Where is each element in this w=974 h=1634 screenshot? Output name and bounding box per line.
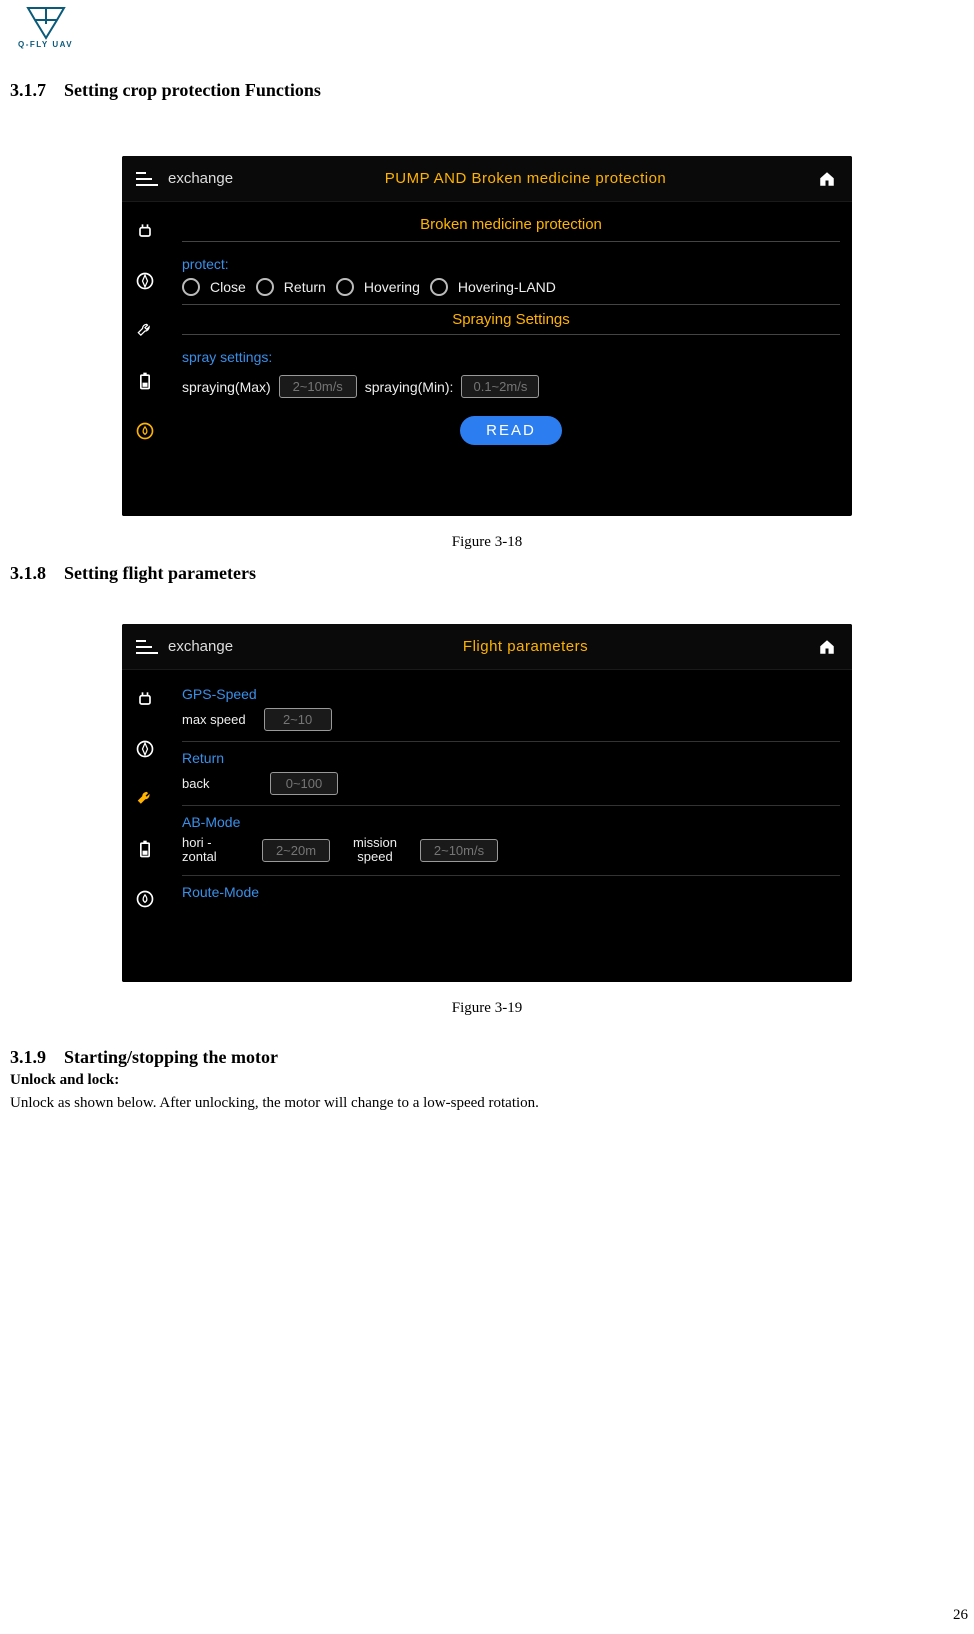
mission-speed-label-1: mission bbox=[353, 835, 397, 850]
mission-speed-input[interactable] bbox=[420, 839, 498, 862]
radio-close[interactable] bbox=[182, 278, 200, 296]
logo: Q-FLY UAV bbox=[18, 6, 73, 49]
spraying-max-input[interactable] bbox=[279, 375, 357, 398]
horizontal-input[interactable] bbox=[262, 839, 330, 862]
max-speed-input[interactable] bbox=[264, 708, 332, 731]
exchange-label[interactable]: exchange bbox=[168, 638, 233, 655]
gps-speed-label: GPS-Speed bbox=[182, 686, 840, 702]
horizontal-label-1: hori - bbox=[182, 835, 212, 850]
radio-return[interactable] bbox=[256, 278, 274, 296]
ab-mode-label: AB-Mode bbox=[182, 814, 840, 830]
read-button[interactable]: READ bbox=[460, 416, 562, 445]
mission-speed-label: mission speed bbox=[340, 836, 410, 865]
radio-hovering-land[interactable] bbox=[430, 278, 448, 296]
back-label: back bbox=[182, 776, 252, 791]
spraying-min-input[interactable] bbox=[461, 375, 539, 398]
heading-318-number: 3.1.8 bbox=[10, 563, 46, 584]
droplet-icon[interactable] bbox=[134, 888, 156, 910]
protect-radio-row: Close Return Hovering Hovering-LAND bbox=[182, 278, 840, 296]
return-label: Return bbox=[182, 750, 840, 766]
panel1-sidebar bbox=[122, 202, 168, 516]
radio-close-label: Close bbox=[210, 279, 246, 295]
droplet-icon[interactable] bbox=[134, 420, 156, 442]
panel1-title: PUMP AND Broken medicine protection bbox=[233, 170, 818, 187]
compass-icon[interactable] bbox=[134, 270, 156, 292]
panel2-main: GPS-Speed max speed Return back AB-Mode … bbox=[168, 670, 852, 982]
wrench-icon[interactable] bbox=[134, 788, 156, 810]
plug-icon[interactable] bbox=[134, 688, 156, 710]
logo-icon bbox=[24, 6, 68, 40]
unlock-body-text: Unlock as shown below. After unlocking, … bbox=[10, 1095, 974, 1112]
battery-icon[interactable] bbox=[134, 370, 156, 392]
spray-settings-label: spray settings: bbox=[182, 349, 840, 365]
panel1-main: Broken medicine protection protect: Clos… bbox=[168, 202, 852, 516]
spraying-row: spraying(Max) spraying(Min): bbox=[182, 375, 840, 398]
spraying-settings-title: Spraying Settings bbox=[182, 304, 840, 335]
max-speed-label: max speed bbox=[182, 712, 246, 727]
exchange-label[interactable]: exchange bbox=[168, 170, 233, 187]
panel1-subheader: Broken medicine protection bbox=[182, 210, 840, 242]
battery-icon[interactable] bbox=[134, 838, 156, 860]
radio-return-label: Return bbox=[284, 279, 326, 295]
spraying-min-label: spraying(Min): bbox=[365, 379, 454, 395]
hamburger-icon[interactable] bbox=[136, 172, 158, 186]
protect-label: protect: bbox=[182, 256, 840, 272]
home-icon[interactable] bbox=[818, 638, 836, 656]
page-number: 26 bbox=[953, 1607, 968, 1624]
hamburger-icon[interactable] bbox=[136, 640, 158, 654]
radio-hovering-land-label: Hovering-LAND bbox=[458, 279, 556, 295]
heading-319: 3.1.9 Starting/stopping the motor bbox=[10, 1047, 974, 1068]
plug-icon[interactable] bbox=[134, 220, 156, 242]
horizontal-label: hori - zontal bbox=[182, 836, 252, 865]
unlock-lock-heading: Unlock and lock: bbox=[10, 1072, 974, 1089]
heading-318-title: Setting flight parameters bbox=[64, 563, 256, 583]
back-input[interactable] bbox=[270, 772, 338, 795]
heading-319-number: 3.1.9 bbox=[10, 1047, 46, 1068]
spraying-max-label: spraying(Max) bbox=[182, 379, 271, 395]
heading-317: 3.1.7 Setting crop protection Functions bbox=[10, 80, 974, 101]
compass-icon[interactable] bbox=[134, 738, 156, 760]
screenshot-panel-2: exchange Flight parameters G bbox=[122, 624, 852, 982]
route-mode-label: Route-Mode bbox=[182, 884, 840, 900]
panel2-title: Flight parameters bbox=[233, 638, 818, 655]
heading-317-number: 3.1.7 bbox=[10, 80, 46, 101]
home-icon[interactable] bbox=[818, 170, 836, 188]
mission-speed-label-2: speed bbox=[357, 849, 392, 864]
figure-319-caption: Figure 3-19 bbox=[0, 1000, 974, 1017]
heading-319-title: Starting/stopping the motor bbox=[64, 1047, 278, 1067]
horizontal-label-2: zontal bbox=[182, 849, 217, 864]
radio-hovering-label: Hovering bbox=[364, 279, 420, 295]
heading-317-title: Setting crop protection Functions bbox=[64, 80, 321, 100]
screenshot-panel-1: exchange PUMP AND Broken medicine protec… bbox=[122, 156, 852, 516]
heading-318: 3.1.8 Setting flight parameters bbox=[10, 563, 974, 584]
radio-hovering[interactable] bbox=[336, 278, 354, 296]
panel2-sidebar bbox=[122, 670, 168, 982]
panel2-header: exchange Flight parameters bbox=[122, 624, 852, 670]
panel1-header: exchange PUMP AND Broken medicine protec… bbox=[122, 156, 852, 202]
figure-318-caption: Figure 3-18 bbox=[0, 534, 974, 551]
wrench-icon[interactable] bbox=[134, 320, 156, 342]
logo-text: Q-FLY UAV bbox=[18, 40, 73, 49]
